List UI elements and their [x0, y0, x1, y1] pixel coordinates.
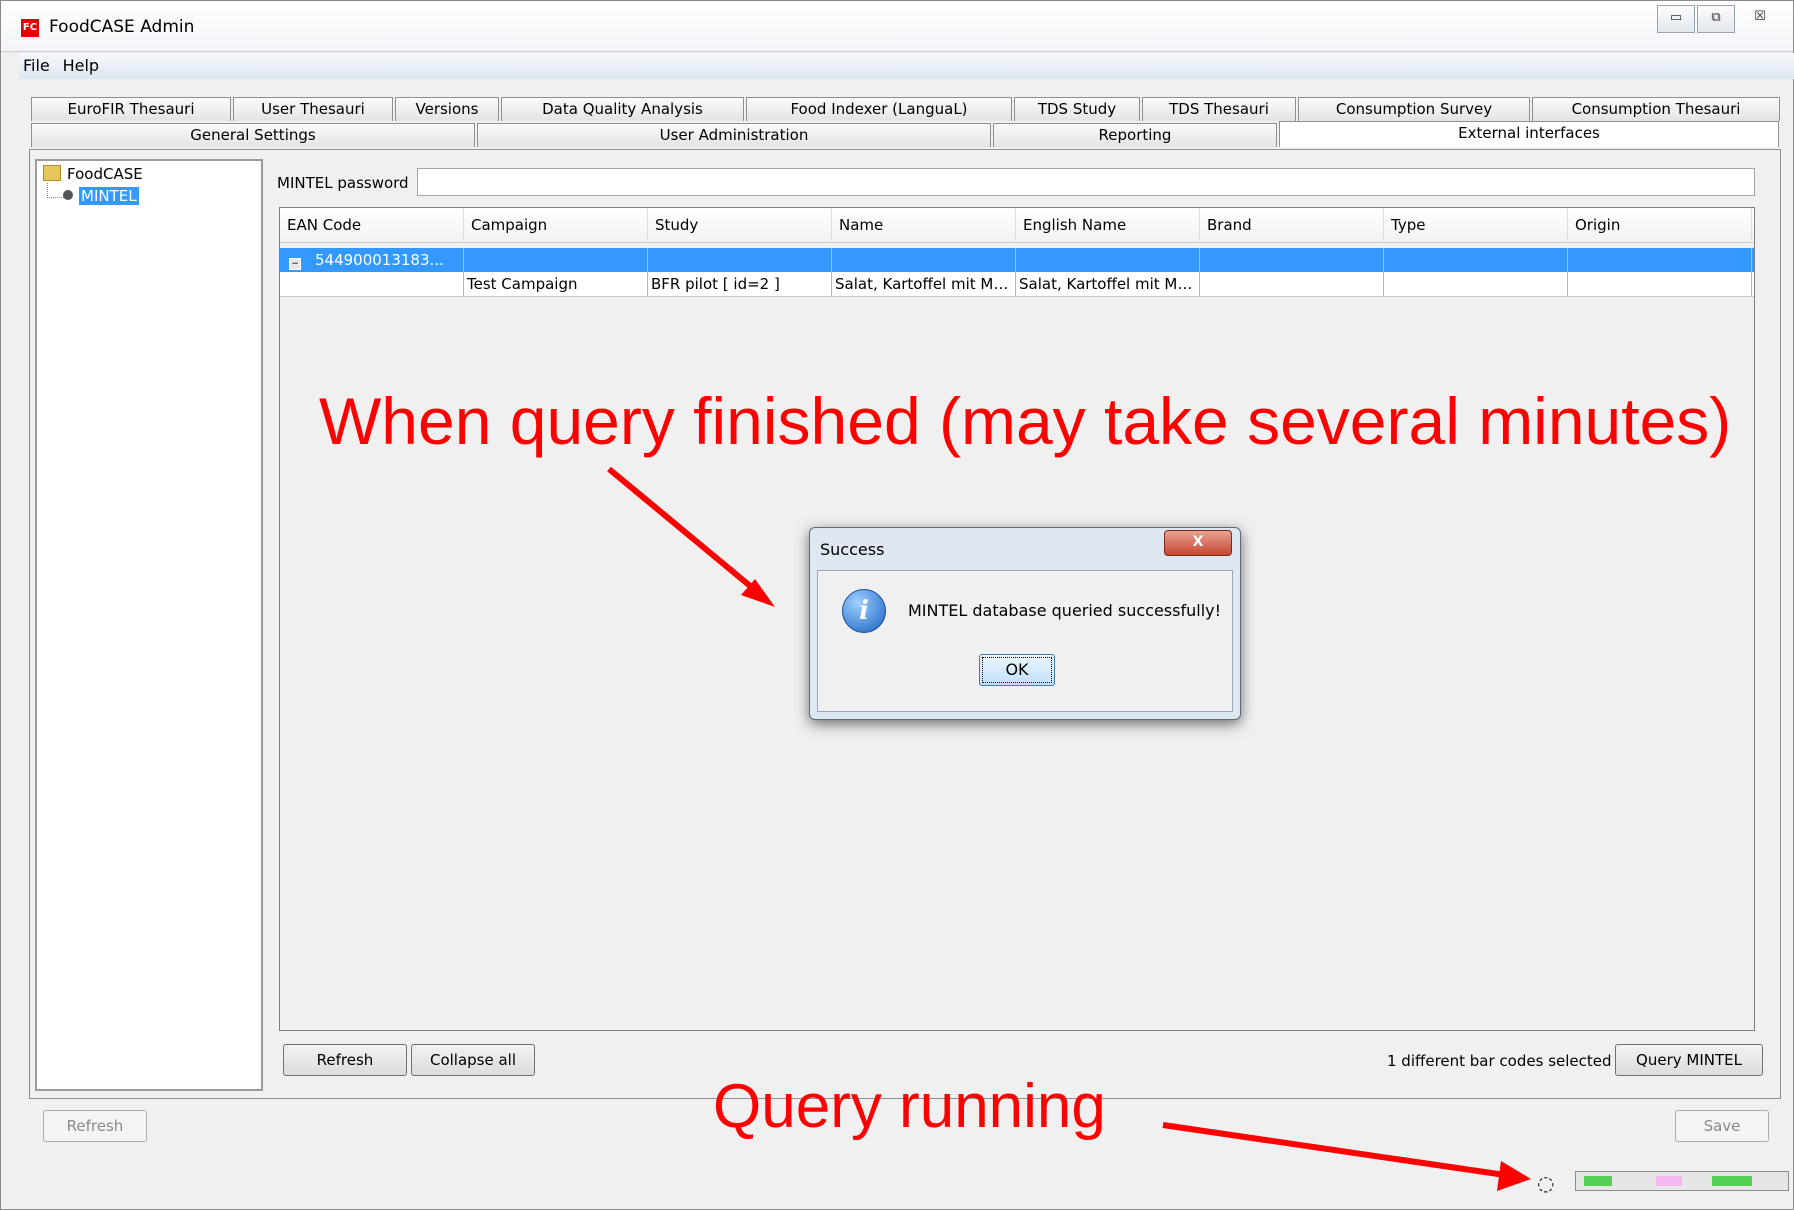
arrow-to-dialog — [607, 466, 763, 598]
arrowhead-to-progress — [1497, 1161, 1531, 1191]
app-window: FC FoodCASE Admin ▭ ⧉ ☒ File Help EuroFI… — [0, 0, 1794, 1210]
arrow-to-progress — [1162, 1122, 1506, 1178]
annotation-arrows — [607, 466, 1531, 1191]
